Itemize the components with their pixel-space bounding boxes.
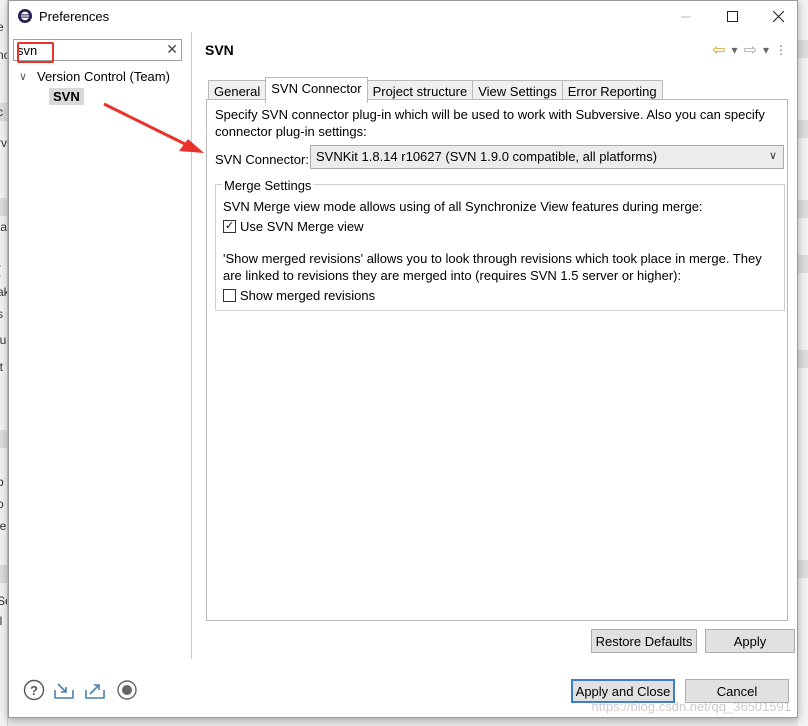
connector-label: SVN Connector: bbox=[215, 152, 309, 167]
minimize-button[interactable] bbox=[663, 1, 709, 32]
background-window-right bbox=[798, 0, 808, 726]
group-legend: Merge Settings bbox=[222, 178, 314, 193]
record-icon[interactable] bbox=[116, 679, 138, 701]
window-title: Preferences bbox=[39, 9, 110, 24]
app-icon bbox=[18, 9, 32, 23]
preference-page: SVN ⇦ ▾ ⇨ ▾ ⋮ General SVN Connector Proj… bbox=[193, 32, 797, 659]
page-navigation: ⇦ ▾ ⇨ ▾ ⋮ bbox=[712, 40, 787, 60]
chevron-down-icon[interactable]: ∨ bbox=[19, 70, 33, 83]
connector-select[interactable]: SVNKit 1.8.14 r10627 (SVN 1.9.0 compatib… bbox=[310, 145, 784, 169]
bg-fragment: s bbox=[0, 307, 3, 321]
bg-fragment: le bbox=[0, 519, 7, 533]
merge-settings-group: Merge Settings SVN Merge view mode allow… bbox=[215, 178, 785, 311]
merge-view-description: SVN Merge view mode allows using of all … bbox=[223, 199, 703, 214]
bg-fragment: ta bbox=[0, 220, 8, 234]
import-icon[interactable] bbox=[53, 679, 75, 701]
bg-fragment: ( bbox=[0, 263, 1, 277]
checkbox-label: Show merged revisions bbox=[240, 288, 376, 303]
filter-field[interactable]: ✕ bbox=[13, 39, 182, 63]
bg-fragment: ak bbox=[0, 285, 7, 299]
clear-filter-icon[interactable]: ✕ bbox=[166, 41, 178, 58]
minimize-icon bbox=[680, 16, 691, 18]
help-icon[interactable]: ? bbox=[23, 679, 45, 701]
preferences-tree-panel: ✕ ∨ Version Control (Team) SVN bbox=[9, 32, 192, 659]
show-merged-revisions-option[interactable]: Show merged revisions bbox=[223, 288, 375, 303]
preferences-dialog: Preferences ✕ ∨ Version Control (Team) S… bbox=[8, 0, 798, 718]
export-icon[interactable] bbox=[84, 679, 106, 701]
bg-fragment: Se bbox=[0, 594, 7, 608]
svg-text:?: ? bbox=[30, 683, 38, 698]
tab-svn-connector[interactable]: SVN Connector bbox=[265, 77, 368, 103]
watermark: https://blog.csdn.net/qq_36501591 bbox=[591, 699, 792, 714]
page-title: SVN bbox=[205, 42, 234, 58]
tree-item-version-control[interactable]: ∨ Version Control (Team) bbox=[19, 69, 170, 84]
dialog-footer: ? Apply and Close Cancel https://blog.cs… bbox=[9, 659, 797, 717]
use-svn-merge-view-checkbox[interactable]: ✓ bbox=[223, 220, 236, 233]
close-button[interactable] bbox=[755, 1, 801, 32]
restore-defaults-button[interactable]: Restore Defaults bbox=[591, 629, 697, 653]
show-merged-revisions-checkbox[interactable] bbox=[223, 289, 236, 302]
menu-icon[interactable]: ⋮ bbox=[775, 43, 787, 57]
tree-item-label: Version Control (Team) bbox=[37, 69, 170, 84]
bg-fragment: nc bbox=[0, 48, 7, 62]
bg-fragment: c bbox=[0, 105, 3, 119]
use-svn-merge-view-option[interactable]: ✓ Use SVN Merge view bbox=[223, 219, 364, 234]
chevron-down-icon: ∨ bbox=[768, 150, 777, 162]
bg-fragment: rv bbox=[0, 136, 7, 150]
filter-input[interactable] bbox=[17, 42, 157, 58]
connector-description: Specify SVN connector plug-in which will… bbox=[215, 107, 765, 139]
forward-icon[interactable]: ⇨ bbox=[744, 40, 757, 60]
maximize-button[interactable] bbox=[709, 1, 755, 32]
close-icon bbox=[772, 11, 784, 22]
tree-item-svn[interactable]: SVN bbox=[49, 88, 84, 105]
forward-dropdown-icon[interactable]: ▾ bbox=[763, 43, 769, 57]
back-icon[interactable]: ⇦ bbox=[712, 40, 725, 60]
bg-fragment: lt bbox=[0, 360, 3, 374]
checkbox-label: Use SVN Merge view bbox=[240, 219, 364, 234]
background-window-left: e nc c rv ta ( ak s lu lt b o le Se ll bbox=[0, 0, 8, 726]
back-dropdown-icon[interactable]: ▾ bbox=[732, 43, 738, 57]
connector-selected-value: SVNKit 1.8.14 r10627 (SVN 1.9.0 compatib… bbox=[316, 149, 658, 164]
maximize-icon bbox=[726, 11, 738, 22]
title-bar: Preferences bbox=[9, 1, 797, 32]
tab-content: Specify SVN connector plug-in which will… bbox=[206, 99, 788, 621]
merged-revisions-description: 'Show merged revisions' allows you to lo… bbox=[223, 251, 762, 283]
apply-button[interactable]: Apply bbox=[705, 629, 795, 653]
bg-fragment: o bbox=[0, 497, 4, 511]
bg-fragment: b bbox=[0, 475, 4, 489]
bg-fragment: ll bbox=[0, 614, 2, 628]
bg-fragment: lu bbox=[0, 333, 7, 347]
bg-fragment: e bbox=[0, 20, 4, 34]
